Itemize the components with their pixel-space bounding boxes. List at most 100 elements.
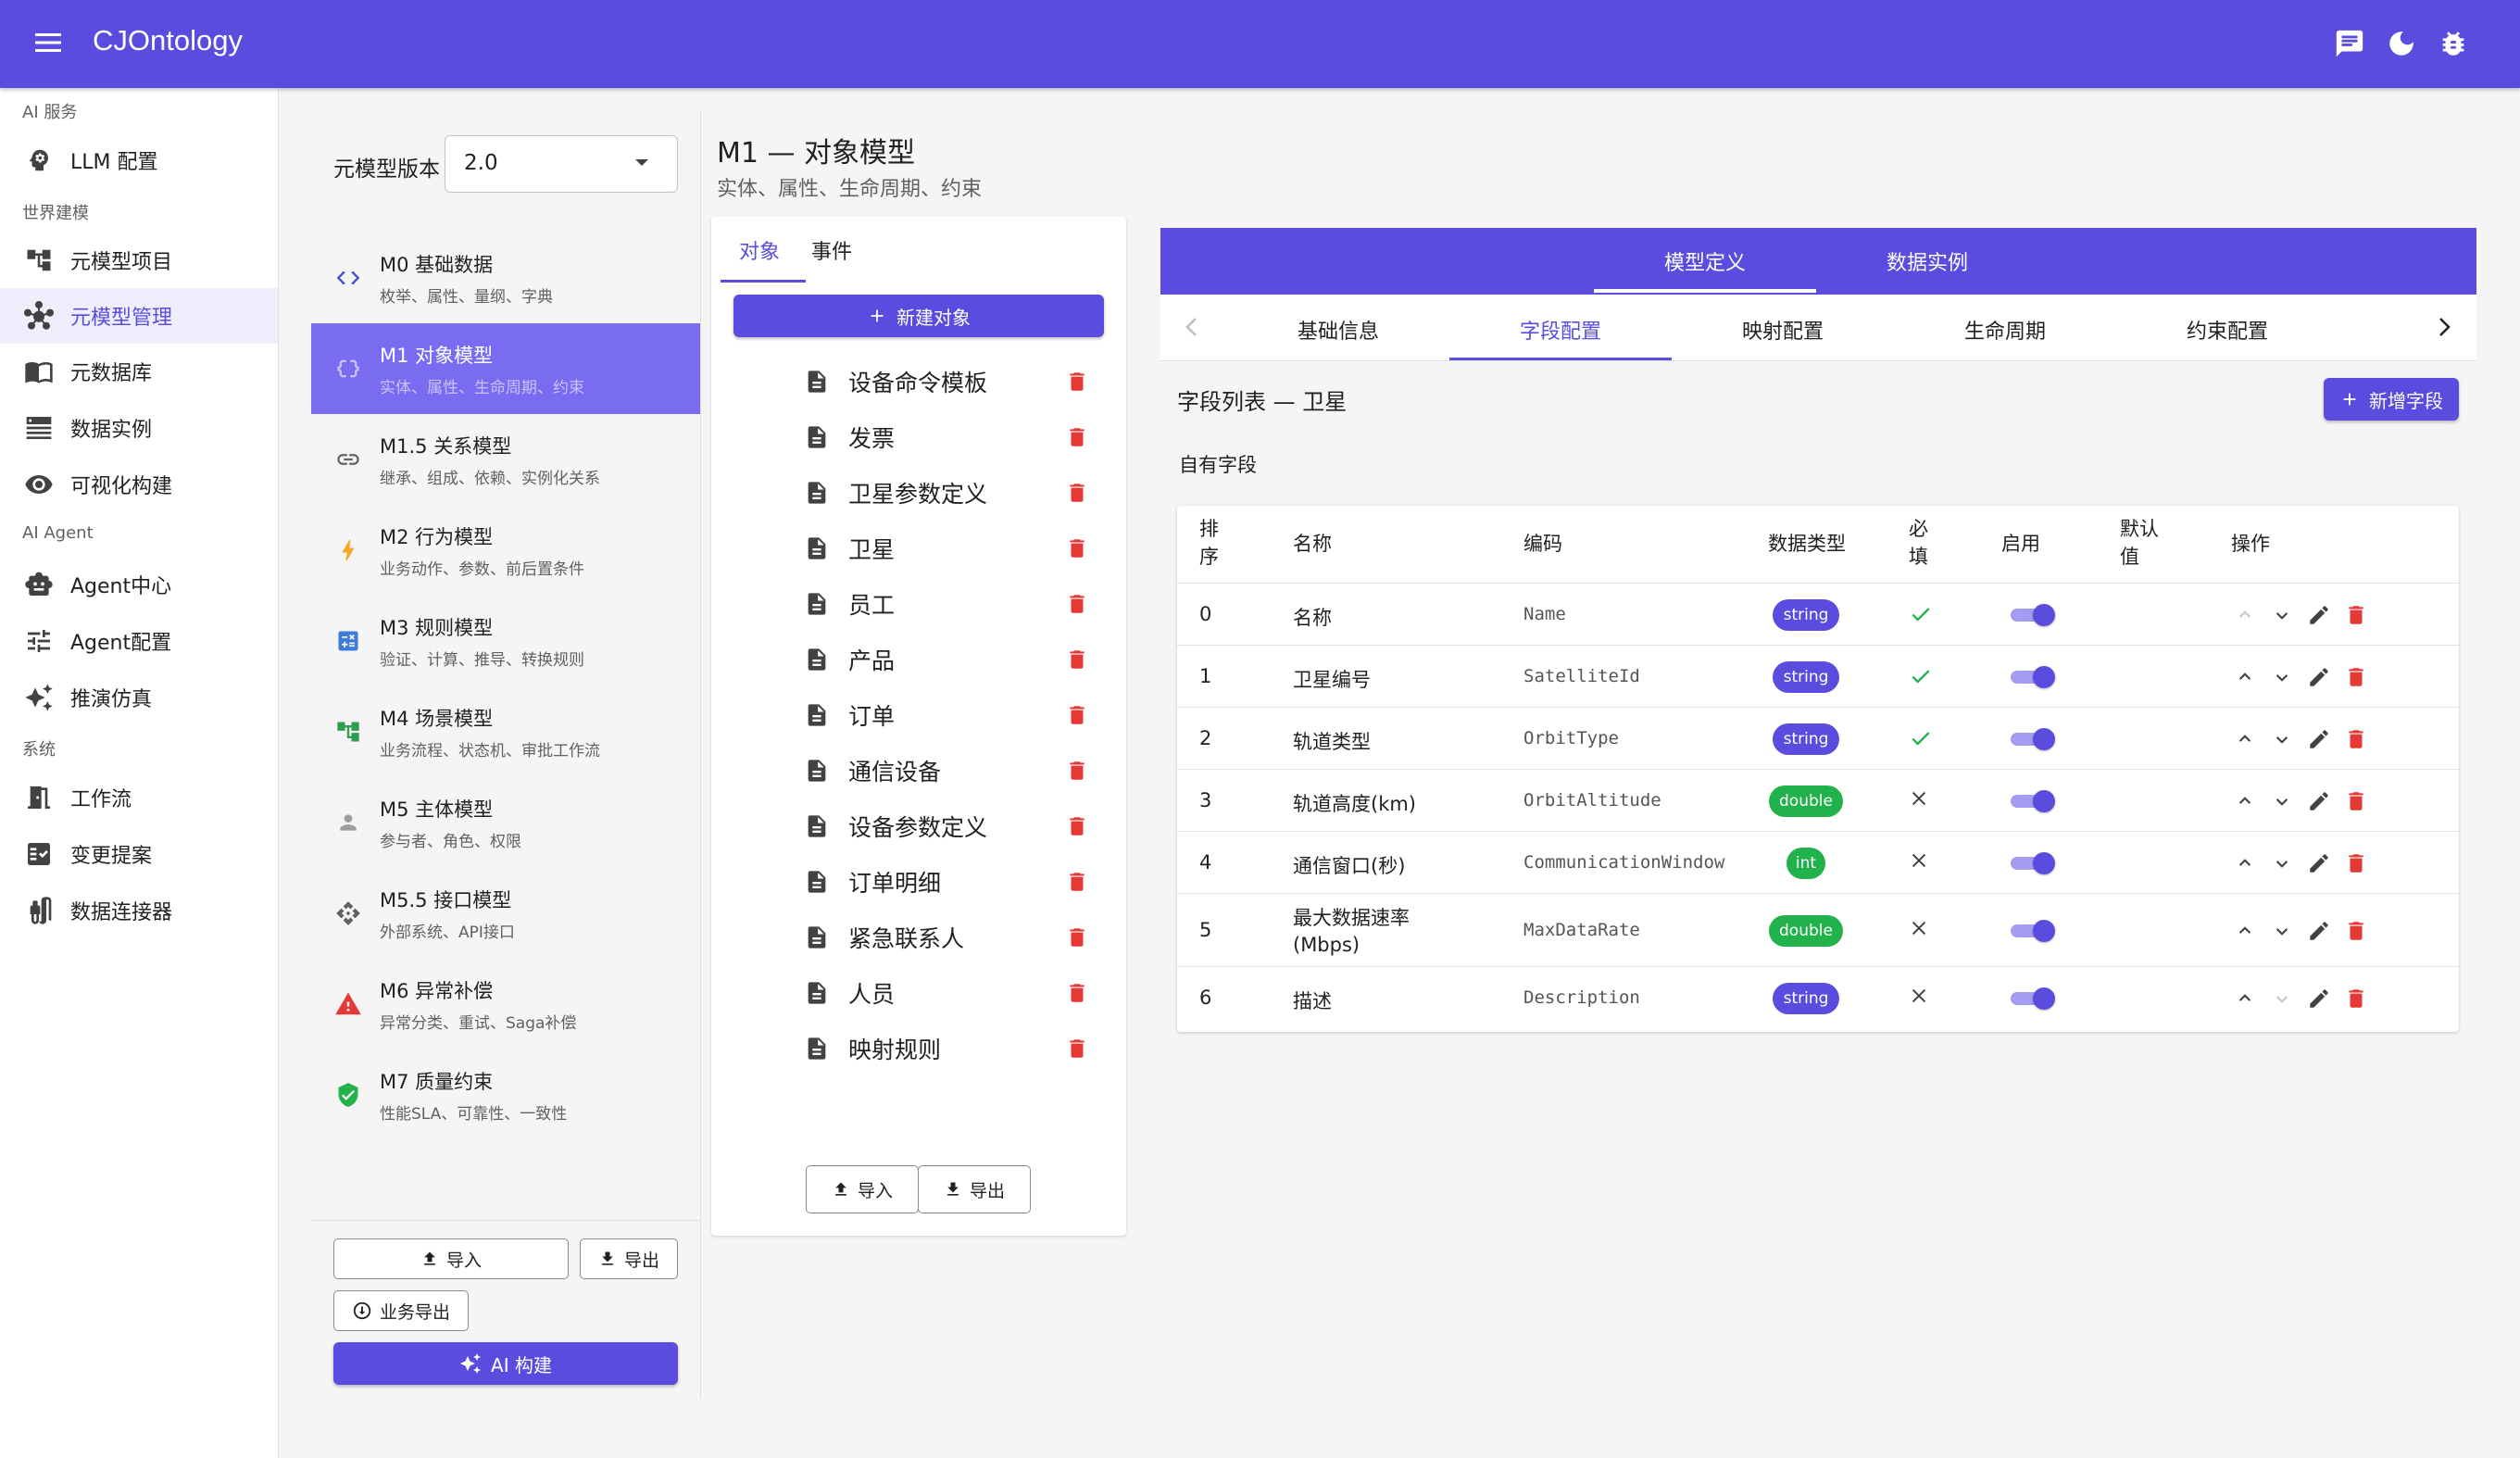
move-down-icon[interactable] — [2270, 727, 2294, 751]
nav-item-agent-center[interactable]: Agent中心 — [0, 557, 278, 612]
nav-item-llm-config[interactable]: LLM 配置 — [0, 132, 278, 188]
move-down-icon[interactable] — [2270, 851, 2294, 875]
object-list-item[interactable]: 人员 — [804, 965, 1100, 1021]
model-item-m4[interactable]: M4 场景模型 业务流程、状态机、审批工作流 — [311, 686, 700, 777]
tab-model-definition[interactable]: 模型定义 — [1594, 246, 1816, 276]
export-button[interactable]: 导出 — [580, 1238, 678, 1279]
object-list-item[interactable]: 产品 — [804, 632, 1100, 687]
move-up-icon[interactable] — [2233, 665, 2257, 689]
model-item-m1-5[interactable]: M1.5 关系模型 继承、组成、依赖、实例化关系 — [311, 414, 700, 505]
model-item-m0[interactable]: M0 基础数据 枚举、属性、量纲、字典 — [311, 233, 700, 323]
tab-events[interactable]: 事件 — [811, 235, 852, 265]
dark-mode-icon[interactable] — [2386, 28, 2417, 59]
nav-item-visual-build[interactable]: 可视化构建 — [0, 457, 278, 512]
delete-icon[interactable] — [1065, 703, 1089, 727]
ai-build-button[interactable]: AI 构建 — [333, 1342, 678, 1385]
object-list-item[interactable]: 员工 — [804, 576, 1100, 632]
business-export-button[interactable]: 业务导出 — [333, 1290, 469, 1331]
edit-icon[interactable] — [2307, 987, 2331, 1011]
move-down-icon[interactable] — [2270, 603, 2294, 627]
chevron-left-icon[interactable] — [1185, 317, 1197, 337]
delete-icon[interactable] — [1065, 481, 1089, 505]
edit-icon[interactable] — [2307, 727, 2331, 751]
delete-icon[interactable] — [1065, 536, 1089, 560]
enabled-toggle[interactable] — [2011, 919, 2057, 942]
tab-lifecycle[interactable]: 生命周期 — [1894, 315, 2116, 345]
model-item-m5-5[interactable]: M5.5 接口模型 外部系统、API接口 — [311, 868, 700, 959]
tab-mapping-config[interactable]: 映射配置 — [1672, 315, 1894, 345]
version-select[interactable]: 2.0 — [445, 135, 678, 193]
delete-icon[interactable] — [1065, 981, 1089, 1005]
enabled-toggle[interactable] — [2011, 727, 2057, 750]
enabled-toggle[interactable] — [2011, 603, 2057, 626]
object-list-item[interactable]: 映射规则 — [804, 1021, 1100, 1076]
move-up-icon[interactable] — [2233, 727, 2257, 751]
bug-icon[interactable] — [2438, 28, 2469, 59]
object-export-button[interactable]: 导出 — [918, 1165, 1031, 1213]
chat-icon[interactable] — [2334, 28, 2365, 59]
delete-icon[interactable] — [2344, 987, 2368, 1011]
object-list-item[interactable]: 设备参数定义 — [804, 798, 1100, 854]
edit-icon[interactable] — [2307, 665, 2331, 689]
model-item-m5[interactable]: M5 主体模型 参与者、角色、权限 — [311, 777, 700, 868]
object-list-item[interactable]: 卫星参数定义 — [804, 465, 1100, 521]
delete-icon[interactable] — [2344, 789, 2368, 813]
tab-data-instances[interactable]: 数据实例 — [1816, 246, 2038, 276]
model-item-m3[interactable]: M3 规则模型 验证、计算、推导、转换规则 — [311, 596, 700, 686]
delete-icon[interactable] — [2344, 851, 2368, 875]
delete-icon[interactable] — [2344, 665, 2368, 689]
edit-icon[interactable] — [2307, 603, 2331, 627]
enabled-toggle[interactable] — [2011, 665, 2057, 688]
model-item-m1[interactable]: M1 对象模型 实体、属性、生命周期、约束 — [311, 323, 700, 414]
delete-icon[interactable] — [1065, 925, 1089, 949]
nav-item-data-instances[interactable]: 数据实例 — [0, 400, 278, 456]
object-list-item[interactable]: 设备命令模板 — [804, 354, 1100, 409]
tab-field-config[interactable]: 字段配置 — [1449, 315, 1672, 345]
move-down-icon[interactable] — [2270, 919, 2294, 943]
enabled-toggle[interactable] — [2011, 987, 2057, 1010]
move-up-icon[interactable] — [2233, 851, 2257, 875]
import-button[interactable]: 导入 — [333, 1238, 569, 1279]
nav-item-data-connector[interactable]: 数据连接器 — [0, 883, 278, 938]
delete-icon[interactable] — [1065, 814, 1089, 838]
nav-item-agent-config[interactable]: Agent配置 — [0, 613, 278, 669]
object-list-item[interactable]: 卫星 — [804, 521, 1100, 576]
object-list-item[interactable]: 通信设备 — [804, 743, 1100, 798]
delete-icon[interactable] — [1065, 870, 1089, 894]
edit-icon[interactable] — [2307, 851, 2331, 875]
nav-item-change-proposal[interactable]: 变更提案 — [0, 826, 278, 882]
object-list-item[interactable]: 订单明细 — [804, 854, 1100, 910]
add-field-button[interactable]: 新增字段 — [2324, 378, 2459, 421]
delete-icon[interactable] — [2344, 603, 2368, 627]
move-down-icon[interactable] — [2270, 987, 2294, 1011]
model-item-m7[interactable]: M7 质量约束 性能SLA、可靠性、一致性 — [311, 1050, 700, 1140]
delete-icon[interactable] — [2344, 727, 2368, 751]
nav-item-workflow[interactable]: 工作流 — [0, 770, 278, 825]
edit-icon[interactable] — [2307, 919, 2331, 943]
object-list-item[interactable]: 紧急联系人 — [804, 910, 1100, 965]
menu-icon[interactable] — [35, 31, 63, 54]
model-item-m2[interactable]: M2 行为模型 业务动作、参数、前后置条件 — [311, 505, 700, 596]
delete-icon[interactable] — [1065, 647, 1089, 672]
object-list-item[interactable]: 订单 — [804, 687, 1100, 743]
object-import-button[interactable]: 导入 — [806, 1165, 919, 1213]
tab-basic-info[interactable]: 基础信息 — [1227, 315, 1449, 345]
enabled-toggle[interactable] — [2011, 789, 2057, 812]
object-list-item[interactable]: 发票 — [804, 409, 1100, 465]
delete-icon[interactable] — [1065, 370, 1089, 394]
tab-objects[interactable]: 对象 — [739, 235, 780, 265]
delete-icon[interactable] — [2344, 919, 2368, 943]
new-object-button[interactable]: 新建对象 — [733, 295, 1104, 337]
enabled-toggle[interactable] — [2011, 851, 2057, 874]
model-item-m6[interactable]: M6 异常补偿 异常分类、重试、Saga补偿 — [311, 959, 700, 1050]
move-up-icon[interactable] — [2233, 919, 2257, 943]
nav-item-meta-database[interactable]: 元数据库 — [0, 344, 278, 399]
delete-icon[interactable] — [1065, 592, 1089, 616]
nav-item-meta-project[interactable]: 元模型项目 — [0, 233, 278, 288]
move-down-icon[interactable] — [2270, 665, 2294, 689]
edit-icon[interactable] — [2307, 789, 2331, 813]
nav-item-meta-management[interactable]: 元模型管理 — [0, 288, 278, 344]
move-up-icon[interactable] — [2233, 789, 2257, 813]
chevron-right-icon[interactable] — [2439, 317, 2451, 337]
delete-icon[interactable] — [1065, 759, 1089, 783]
